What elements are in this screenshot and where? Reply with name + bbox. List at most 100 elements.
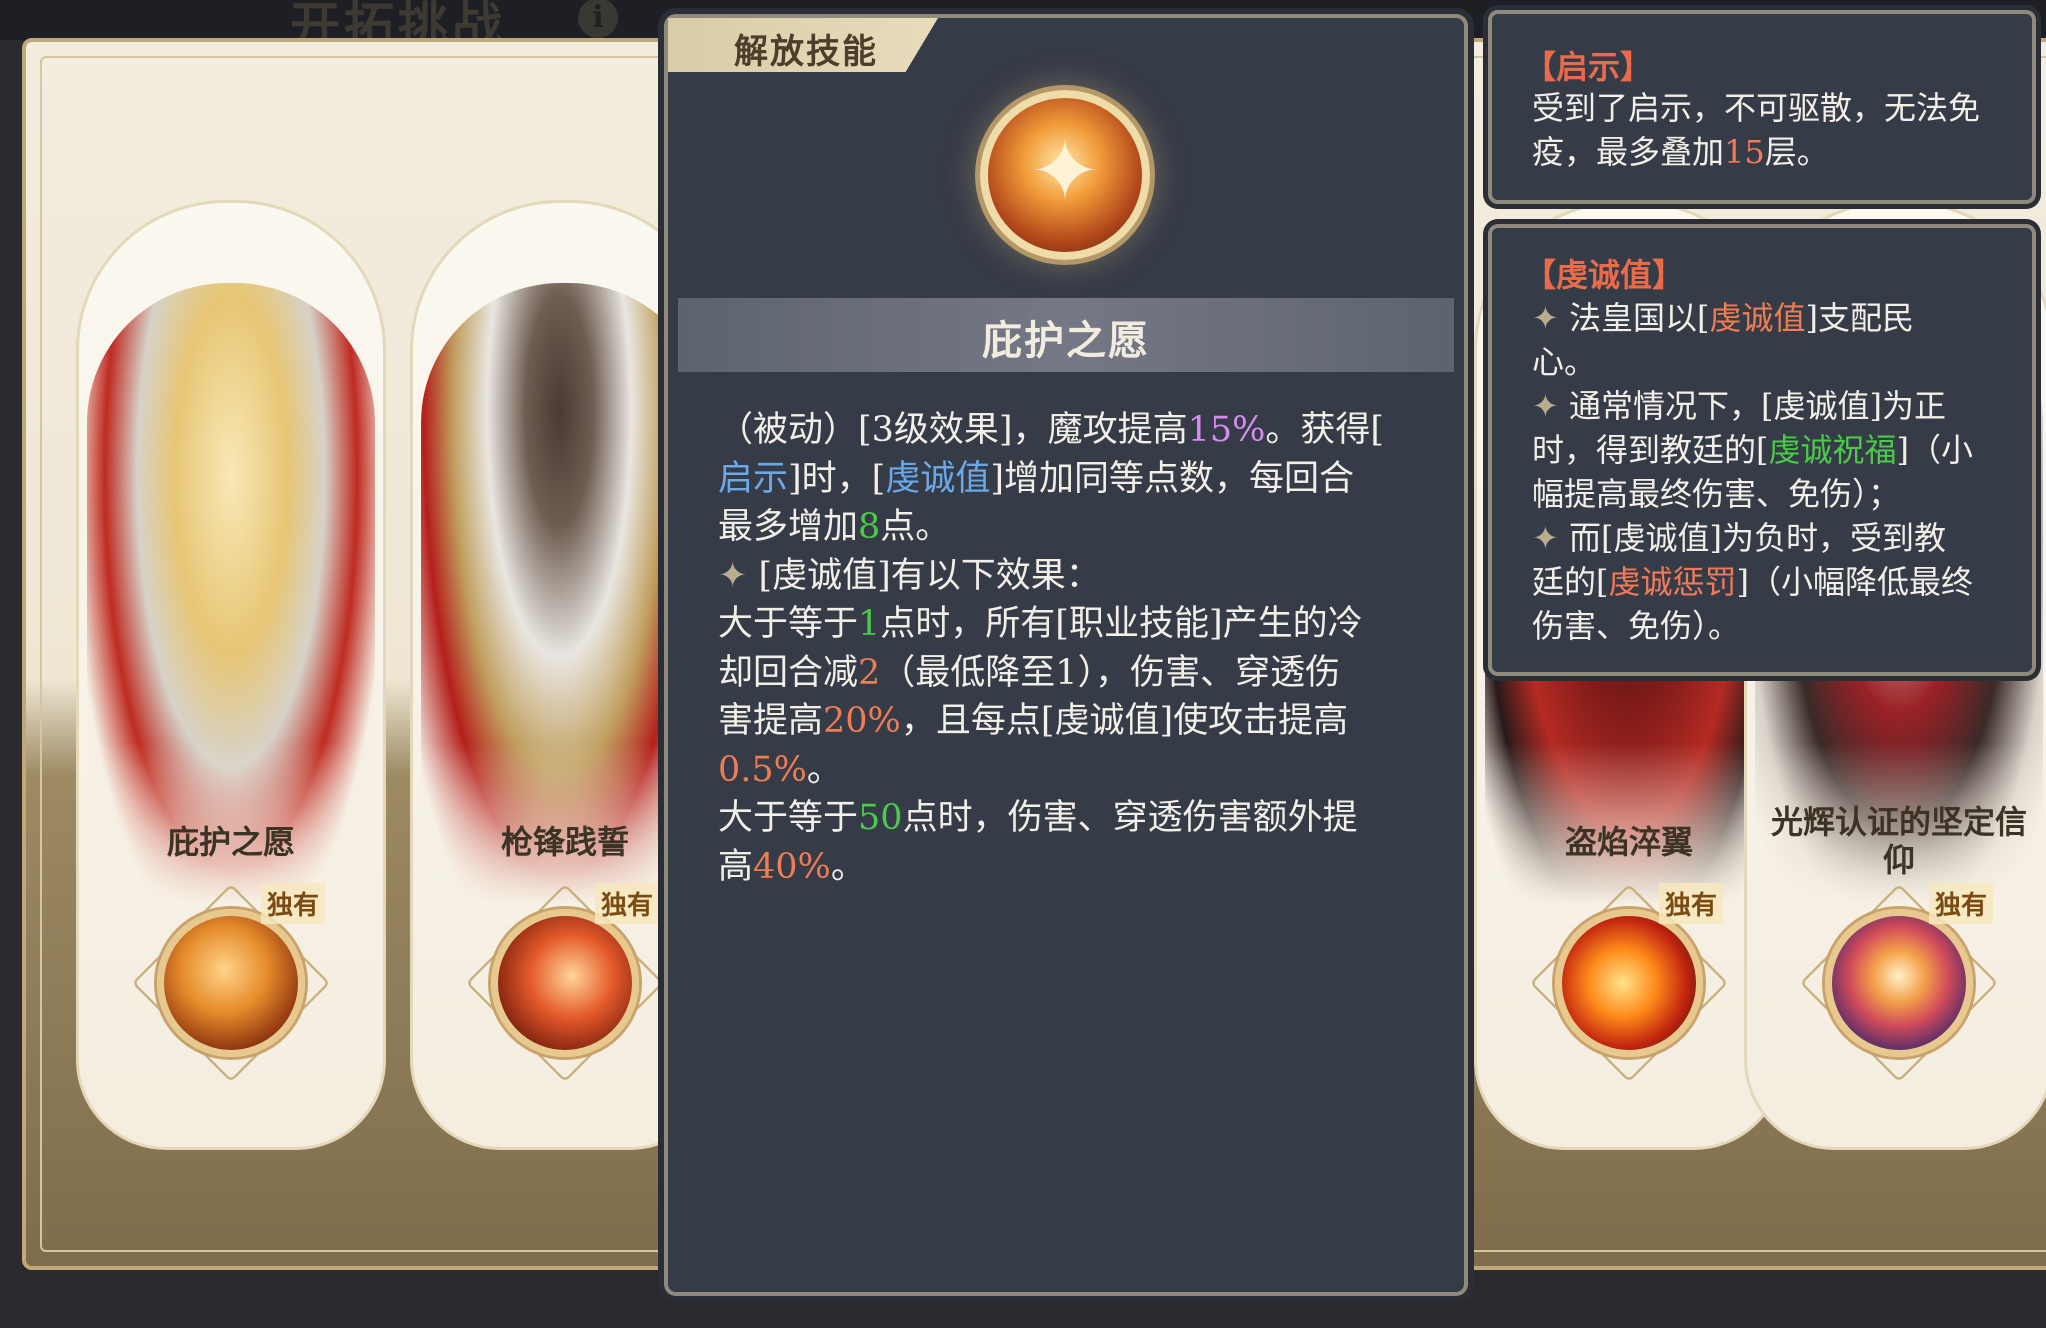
desc-line-7: 害提高20%，且每点[虔诚值]使攻击提高 — [718, 697, 1414, 746]
desc-text: 却回合减 — [718, 652, 859, 693]
relic-glyph-icon: ✦ — [1029, 122, 1101, 220]
tooltip-text: 廷的[ — [1532, 563, 1609, 601]
tooltip-line: ✦ 通常情况下，[虔诚值]为正 — [1532, 384, 2006, 428]
desc-highlight: 50 — [858, 798, 903, 838]
desc-highlight: 2 — [858, 652, 881, 693]
desc-highlight: 8 — [858, 507, 881, 547]
desc-text: 点时，伤害、穿透伤害额外提 — [902, 798, 1358, 838]
hero-card-name: 盗焰淬翼 — [1564, 823, 1693, 861]
piety-tooltip: 【虔诚值】 ✦ 法皇国以[虔诚值]支配民 心。 ✦ 通常情况下，[虔诚值]为正 … — [1488, 224, 2036, 676]
desc-line-5: 大于等于1点时，所有[职业技能]产生的冷 — [718, 600, 1414, 649]
tooltip-text: 通常情况下，[虔诚值]为正 — [1568, 387, 1946, 425]
tooltip-text: ]（小 — [1896, 431, 1974, 469]
exclusive-badge: 独有 — [1658, 883, 1723, 924]
desc-text: 。 — [806, 749, 842, 790]
desc-text: ，且每点[虔诚值]使攻击提高 — [900, 701, 1349, 741]
tooltip-heading: 【虔诚值】 — [1524, 256, 1685, 294]
desc-line-4: ✦ [虔诚值]有以下效果： — [718, 552, 1414, 601]
skill-description: （被动）[3级效果]，魔攻提高15%。获得[ 启示]时，[虔诚值]增加同等点数，… — [718, 406, 1414, 891]
desc-text: （最低降至1），伤害、穿透伤 — [880, 652, 1341, 693]
desc-text: ]时，[ — [788, 458, 886, 499]
revelation-tooltip: 【启示】 受到了启示，不可驱散，无法免 疫，最多叠加15层。 — [1488, 10, 2036, 204]
desc-text: 最多增加 — [718, 507, 859, 547]
desc-text: 。获得[ — [1265, 410, 1385, 450]
desc-highlight: 15% — [1187, 410, 1266, 450]
tooltip-text: 疫，最多叠加 — [1532, 133, 1725, 171]
skill-medal[interactable]: 独有 — [131, 883, 331, 1083]
desc-line-3: 最多增加8点。 — [718, 503, 1414, 552]
desc-highlight: 40% — [753, 846, 831, 887]
tooltip-text: 幅提高最终伤害、免伤）； — [1532, 475, 1901, 513]
tooltip-heading: 【启示】 — [1524, 48, 1653, 86]
desc-text: 大于等于 — [718, 604, 859, 644]
skill-title-bar: 庇护之愿 — [678, 298, 1454, 372]
desc-text: 点时，所有[职业技能]产生的冷 — [880, 604, 1363, 644]
tooltip-text: 时，得到教廷的[ — [1532, 431, 1769, 469]
desc-line-1: （被动）[3级效果]，魔攻提高15%。获得[ — [718, 406, 1414, 455]
tooltip-highlight: 虔诚祝福 — [1768, 431, 1897, 469]
exclusive-badge: 独有 — [594, 883, 659, 924]
desc-line-6: 却回合减2（最低降至1），伤害、穿透伤 — [718, 649, 1414, 698]
four-point-star-icon: ✦ — [1532, 387, 1559, 425]
desc-line-9: 大于等于50点时，伤害、穿透伤害额外提 — [718, 794, 1414, 843]
skill-medal[interactable]: 独有 — [1529, 883, 1729, 1083]
spear-strike-icon — [491, 909, 639, 1057]
tooltip-body: 受到了启示，不可驱散，无法免 疫，最多叠加15层。 — [1532, 86, 2006, 174]
panel-tab-label: 解放技能 — [734, 32, 878, 72]
desc-text: 大于等于 — [718, 798, 859, 838]
tooltip-body: ✦ 法皇国以[虔诚值]支配民 心。 ✦ 通常情况下，[虔诚值]为正 时，得到教廷… — [1532, 296, 2006, 648]
star-faith-icon — [1825, 909, 1973, 1057]
desc-line-2: 启示]时，[虔诚值]增加同等点数，每回合 — [718, 455, 1414, 504]
shield-relic-icon — [157, 909, 305, 1057]
tooltip-line: 受到了启示，不可驱散，无法免 — [1532, 86, 2006, 130]
tooltip-text: 心。 — [1532, 343, 1597, 381]
tooltip-line: 伤害、免伤）。 — [1532, 604, 2006, 648]
desc-highlight: 1 — [858, 604, 881, 644]
tooltip-line: ✦ 法皇国以[虔诚值]支配民 — [1532, 296, 2006, 340]
skill-tooltip-panel: 解放技能 ✦ 庇护之愿 （被动）[3级效果]，魔攻提高15%。获得[ 启示]时，… — [664, 14, 1468, 1296]
exclusive-badge: 独有 — [260, 883, 325, 924]
tooltip-line: 心。 — [1532, 340, 2006, 384]
tooltip-text: 层。 — [1764, 133, 1829, 171]
desc-line-10: 高40%。 — [718, 843, 1414, 892]
tooltip-text: ]（小幅降低最终 — [1736, 563, 1974, 601]
tooltip-text: 受到了启示，不可驱散，无法免 — [1532, 89, 1981, 127]
hero-card-name: 庇护之愿 — [166, 823, 295, 861]
hero-card-name: 光辉认证的坚定信 仰 — [1747, 803, 2046, 879]
skill-medal[interactable]: 独有 — [1799, 883, 1999, 1083]
desc-highlight: 0.5% — [718, 749, 807, 790]
tooltip-highlight: 虔诚值 — [1709, 299, 1806, 337]
tooltip-line: 时，得到教廷的[虔诚祝福]（小 — [1532, 428, 2006, 472]
skill-medal[interactable]: 独有 — [465, 883, 665, 1083]
four-point-star-icon: ✦ — [1532, 299, 1559, 337]
holy-relic-icon: ✦ — [980, 90, 1150, 260]
tooltip-line: ✦ 而[虔诚值]为负时，受到教 — [1532, 516, 2006, 560]
tooltip-text: ]支配民 — [1805, 299, 1915, 337]
tooltip-text: 伤害、免伤）。 — [1532, 607, 1741, 645]
hero-card-name-line-2: 仰 — [1882, 841, 1915, 879]
desc-text: 。 — [830, 846, 866, 887]
tooltip-text: 而[虔诚值]为负时，受到教 — [1568, 519, 1946, 557]
desc-text: 高 — [718, 846, 754, 887]
tooltip-line: 幅提高最终伤害、免伤）； — [1532, 472, 2006, 516]
hero-card-1[interactable]: 庇护之愿 独有 — [76, 200, 386, 1150]
tooltip-line: 疫，最多叠加15层。 — [1532, 130, 2006, 174]
desc-text: ]增加同等点数，每回合 — [990, 458, 1354, 499]
desc-text: 害提高 — [718, 701, 824, 741]
tooltip-highlight: 虔诚惩罚 — [1608, 563, 1737, 601]
four-point-star-icon: ✦ — [1532, 519, 1559, 557]
keyword-revelation-link[interactable]: 启示 — [718, 459, 788, 499]
skill-name: 庇护之愿 — [982, 317, 1150, 364]
tooltip-text: 法皇国以[ — [1568, 299, 1710, 337]
hero-card-name-line-1: 光辉认证的坚定信 — [1770, 803, 2027, 841]
desc-text: （被动）[3级效果]，魔攻提高 — [718, 410, 1188, 450]
keyword-piety-link[interactable]: 虔诚值 — [885, 459, 990, 499]
desc-text: 点。 — [880, 507, 951, 547]
panel-tab: 解放技能 — [668, 18, 938, 72]
flame-wing-icon — [1555, 909, 1703, 1057]
exclusive-badge: 独有 — [1928, 883, 1993, 924]
desc-text: [虔诚值]有以下效果： — [758, 555, 1101, 596]
desc-line-8: 0.5%。 — [718, 746, 1414, 795]
info-icon[interactable]: i — [578, 0, 618, 38]
four-point-star-icon: ✦ — [718, 555, 748, 596]
